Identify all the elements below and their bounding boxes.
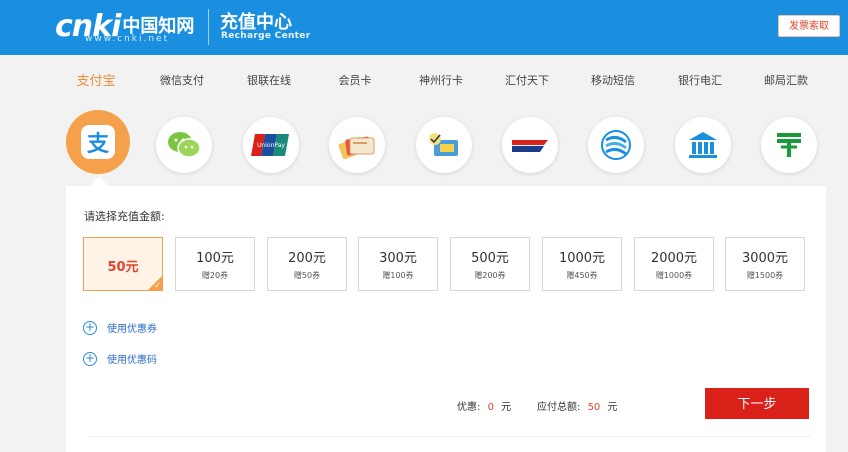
total-value: 50 xyxy=(587,402,601,413)
payment-method-tabs: 支付宝 微信支付 银联在线 会员卡 神州行卡 汇付天下 移动短信 银行电汇 邮局… xyxy=(60,72,820,98)
china-mobile-icon[interactable] xyxy=(588,117,644,173)
amount-option-2000[interactable]: 2000元 赠1000券 xyxy=(634,237,714,291)
amount-bonus: 赠450券 xyxy=(566,271,598,280)
active-pointer xyxy=(90,176,108,186)
discount-unit: 元 xyxy=(501,402,512,413)
member-card-icon[interactable] xyxy=(329,117,385,173)
bank-icon[interactable] xyxy=(675,117,731,173)
amount-value: 50元 xyxy=(107,260,139,275)
invoice-request-button[interactable]: 发票索取 xyxy=(778,15,840,37)
amount-bonus: 赠100券 xyxy=(382,271,414,280)
alipay-icon[interactable]: 支 xyxy=(66,110,130,174)
shenzhouxing-card-icon[interactable] xyxy=(416,117,472,173)
discount-label: 优惠: xyxy=(457,402,481,413)
tab-alipay[interactable]: 支付宝 xyxy=(76,70,115,89)
tab-bank-transfer[interactable]: 银行电汇 xyxy=(678,72,722,88)
amount-value: 300元 xyxy=(379,251,417,266)
use-coupon-link[interactable]: + 使用优惠券 xyxy=(83,320,157,335)
plus-circle-icon: + xyxy=(83,319,97,335)
use-promo-code-label: 使用优惠码 xyxy=(107,355,157,366)
amount-value: 2000元 xyxy=(650,251,698,266)
tab-unionpay[interactable]: 银联在线 xyxy=(247,72,291,88)
total-label: 应付总额: xyxy=(537,402,581,413)
amount-option-3000[interactable]: 3000元 赠1500券 xyxy=(725,237,805,291)
amount-bonus: 赠1000券 xyxy=(655,271,693,280)
amount-option-300[interactable]: 300元 赠100券 xyxy=(358,237,438,291)
amount-value: 100元 xyxy=(196,251,234,266)
divider xyxy=(90,436,810,437)
header-bar: cnki 中国知网 www.cnki.net 充值中心 Recharge Cen… xyxy=(0,0,848,55)
amount-value: 200元 xyxy=(288,251,326,266)
amount-value: 1000元 xyxy=(558,251,606,266)
amount-bonus: 赠20券 xyxy=(201,271,229,280)
total-unit: 元 xyxy=(607,402,618,413)
amount-option-200[interactable]: 200元 赠50券 xyxy=(267,237,347,291)
logo-separator xyxy=(208,9,209,45)
plus-circle-icon: + xyxy=(83,350,97,366)
use-coupon-label: 使用优惠券 xyxy=(107,324,157,335)
amount-value: 3000元 xyxy=(741,251,789,266)
amount-bonus: 赠200券 xyxy=(474,271,506,280)
unionpay-icon[interactable]: UnionPay xyxy=(243,117,299,173)
logo-url: www.cnki.net xyxy=(85,34,170,44)
use-promo-code-link[interactable]: + 使用优惠码 xyxy=(83,351,157,366)
total-summary: 应付总额: 50 元 xyxy=(537,398,617,413)
tab-chinapnr[interactable]: 汇付天下 xyxy=(505,72,549,88)
tab-wechat-pay[interactable]: 微信支付 xyxy=(160,72,204,88)
page-subtitle: Recharge Center xyxy=(221,31,311,41)
chinapnr-icon[interactable] xyxy=(502,117,558,173)
svg-text:支: 支 xyxy=(87,132,110,157)
post-office-icon[interactable] xyxy=(761,117,817,173)
amount-prompt: 请选择充值金额: xyxy=(84,210,165,223)
discount-summary: 优惠: 0 元 xyxy=(457,398,511,413)
tab-mobile-sms[interactable]: 移动短信 xyxy=(591,72,635,88)
wechat-icon[interactable] xyxy=(156,117,212,173)
amount-value: 500元 xyxy=(471,251,509,266)
amount-option-100[interactable]: 100元 赠20券 xyxy=(175,237,255,291)
tab-post-office[interactable]: 邮局汇款 xyxy=(764,72,808,88)
discount-value: 0 xyxy=(487,402,494,413)
amount-bonus: 赠1500券 xyxy=(746,271,784,280)
amount-option-1000[interactable]: 1000元 赠450券 xyxy=(542,237,622,291)
next-step-button[interactable]: 下一步 xyxy=(705,388,809,419)
svg-text:UnionPay: UnionPay xyxy=(257,142,285,149)
tab-member-card[interactable]: 会员卡 xyxy=(339,72,372,88)
amount-option-500[interactable]: 500元 赠200券 xyxy=(450,237,530,291)
tab-shenzhouxing-card[interactable]: 神州行卡 xyxy=(419,72,463,88)
check-icon: ✓ xyxy=(154,281,161,290)
cnki-logo[interactable]: cnki 中国知网 www.cnki.net xyxy=(55,4,194,50)
amount-option-50[interactable]: 50元 ✓ xyxy=(83,237,163,291)
amount-bonus: 赠50券 xyxy=(293,271,321,280)
